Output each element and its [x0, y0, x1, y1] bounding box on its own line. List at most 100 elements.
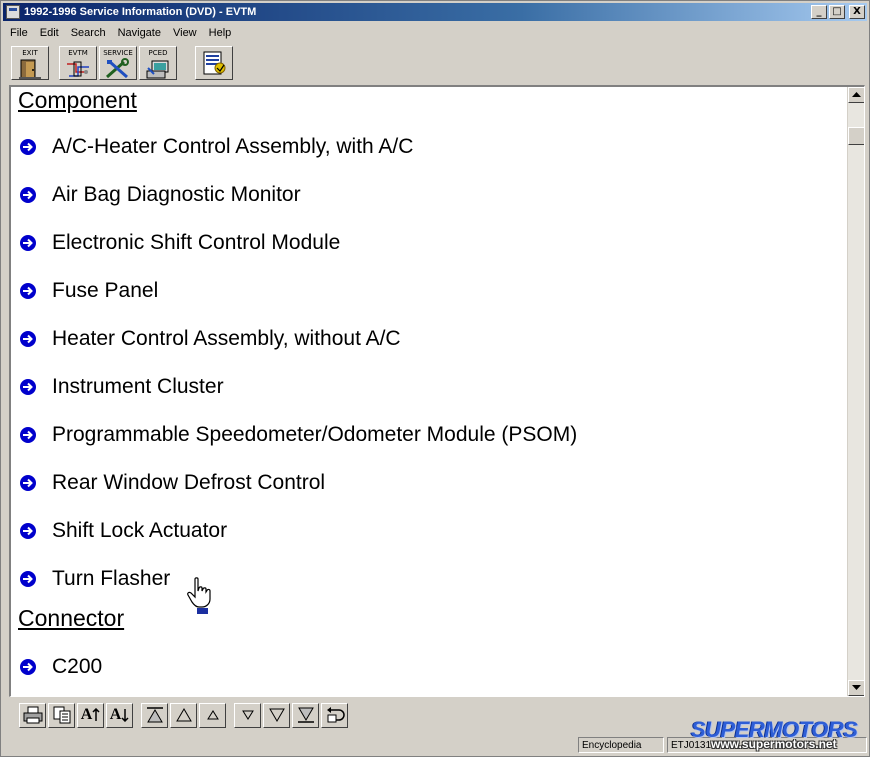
arrow-bullet-icon: [18, 281, 38, 301]
document-viewer[interactable]: Component A/C-Heater Control Assembly, w…: [9, 85, 865, 697]
line-down-button[interactable]: [234, 702, 261, 728]
arrow-bullet-icon: [18, 473, 38, 493]
list-item-label: Fuse Panel: [52, 279, 159, 302]
list-item[interactable]: Heater Control Assembly, without A/C: [18, 324, 401, 354]
font-increase-icon: [92, 708, 100, 721]
font-decrease-label: A: [109, 706, 122, 723]
arrow-bullet-icon: [18, 657, 38, 677]
list-item[interactable]: Shift Lock Actuator: [18, 516, 227, 546]
pced-label: PCED: [148, 49, 168, 57]
list-item-label: Electronic Shift Control Module: [52, 231, 341, 254]
status-panel-document-id: ETJ01310: [667, 737, 867, 753]
exit-label: EXIT: [22, 49, 38, 57]
print-icon: [23, 706, 42, 724]
maximize-button[interactable]: □: [829, 5, 845, 19]
list-item[interactable]: Programmable Speedometer/Odometer Module…: [18, 420, 577, 450]
menu-navigate[interactable]: Navigate: [112, 27, 167, 39]
list-item[interactable]: Fuse Panel: [18, 276, 158, 306]
line-down-icon: [241, 710, 254, 720]
list-item-label: Heater Control Assembly, without A/C: [52, 327, 401, 350]
line-up-button[interactable]: [199, 702, 226, 728]
print-button[interactable]: [19, 702, 46, 728]
list-item[interactable]: A/C-Heater Control Assembly, with A/C: [18, 132, 413, 162]
navigation-toolbar: A A: [3, 699, 867, 731]
status-bar: Encyclopedia ETJ01310: [3, 735, 867, 755]
last-page-button[interactable]: [292, 702, 319, 728]
window-title: 1992-1996 Service Information (DVD) - EV…: [24, 6, 257, 18]
copy-button[interactable]: [48, 702, 75, 728]
menu-bar: File Edit Search Navigate View Help: [3, 23, 867, 42]
app-window: 1992-1996 Service Information (DVD) - EV…: [0, 0, 870, 757]
list-item-label: Air Bag Diagnostic Monitor: [52, 183, 301, 206]
status-panel-mode: Encyclopedia: [578, 737, 664, 753]
list-item-label: Instrument Cluster: [52, 375, 224, 398]
page-down-icon: [268, 708, 285, 722]
arrow-bullet-icon: [18, 137, 38, 157]
vertical-scrollbar[interactable]: [847, 87, 864, 696]
last-page-icon: [297, 707, 314, 723]
list-item-label: Rear Window Defrost Control: [52, 471, 326, 494]
font-decrease-icon: [121, 709, 129, 722]
font-increase-label: A: [80, 706, 93, 723]
close-button[interactable]: X: [849, 5, 865, 19]
arrow-bullet-icon: [18, 233, 38, 253]
page-up-button[interactable]: [170, 702, 197, 728]
section-heading-component[interactable]: Component: [18, 87, 137, 114]
menu-help[interactable]: Help: [203, 27, 238, 39]
arrow-bullet-icon: [18, 521, 38, 541]
arrow-bullet-icon: [18, 569, 38, 589]
menu-search[interactable]: Search: [65, 27, 112, 39]
hand-pointer-cursor-icon: [187, 577, 211, 614]
list-item-label: Programmable Speedometer/Odometer Module…: [52, 423, 578, 446]
section-heading-connector[interactable]: Connector: [18, 605, 124, 632]
exit-button[interactable]: EXIT: [11, 46, 49, 80]
list-item[interactable]: Air Bag Diagnostic Monitor: [18, 180, 301, 210]
menu-view[interactable]: View: [167, 27, 203, 39]
list-item[interactable]: C200: [18, 652, 102, 682]
list-item-label: Turn Flasher: [52, 567, 171, 590]
scroll-down-arrow-icon: [852, 685, 861, 690]
service-label: SERVICE: [103, 49, 133, 57]
scroll-up-arrow-icon: [852, 92, 861, 97]
list-item[interactable]: Electronic Shift Control Module: [18, 228, 340, 258]
evtm-label: EVTM: [68, 49, 88, 57]
list-item-label: C200: [52, 655, 103, 678]
computer-icon: [146, 60, 169, 79]
title-bar[interactable]: 1992-1996 Service Information (DVD) - EV…: [3, 3, 867, 21]
first-page-button[interactable]: [141, 702, 168, 728]
font-decrease-button[interactable]: A: [106, 702, 133, 728]
page-up-icon: [175, 708, 192, 722]
wiring-diagram-icon: [67, 61, 89, 77]
list-item-label: Shift Lock Actuator: [52, 519, 228, 542]
exit-door-icon: [19, 59, 41, 79]
back-icon: [326, 707, 345, 723]
page-down-button[interactable]: [263, 702, 290, 728]
app-icon[interactable]: [6, 5, 20, 19]
pced-button[interactable]: PCED: [139, 46, 177, 80]
scroll-up-button[interactable]: [848, 87, 864, 103]
document-index-button[interactable]: [195, 46, 233, 80]
service-button[interactable]: SERVICE: [99, 46, 137, 80]
list-item-label: A/C-Heater Control Assembly, with A/C: [52, 135, 414, 158]
arrow-bullet-icon: [18, 425, 38, 445]
scroll-down-button[interactable]: [848, 680, 864, 696]
document-index-icon: [203, 51, 226, 75]
tools-icon: [106, 58, 129, 79]
scrollbar-thumb[interactable]: [848, 127, 864, 145]
arrow-bullet-icon: [18, 185, 38, 205]
font-increase-button[interactable]: A: [77, 702, 104, 728]
list-item[interactable]: Instrument Cluster: [18, 372, 224, 402]
evtm-button[interactable]: EVTM: [59, 46, 97, 80]
copy-icon: [53, 706, 70, 724]
list-item[interactable]: Turn Flasher: [18, 564, 170, 594]
first-page-icon: [146, 707, 163, 723]
minimize-button[interactable]: _: [811, 5, 827, 19]
document-content: Component A/C-Heater Control Assembly, w…: [11, 87, 846, 696]
back-button[interactable]: [321, 702, 348, 728]
menu-edit[interactable]: Edit: [34, 27, 65, 39]
main-toolbar: EXIT EVTM SERVICE PCED: [3, 43, 867, 83]
arrow-bullet-icon: [18, 377, 38, 397]
menu-file[interactable]: File: [3, 27, 34, 39]
list-item[interactable]: Rear Window Defrost Control: [18, 468, 325, 498]
arrow-bullet-icon: [18, 329, 38, 349]
